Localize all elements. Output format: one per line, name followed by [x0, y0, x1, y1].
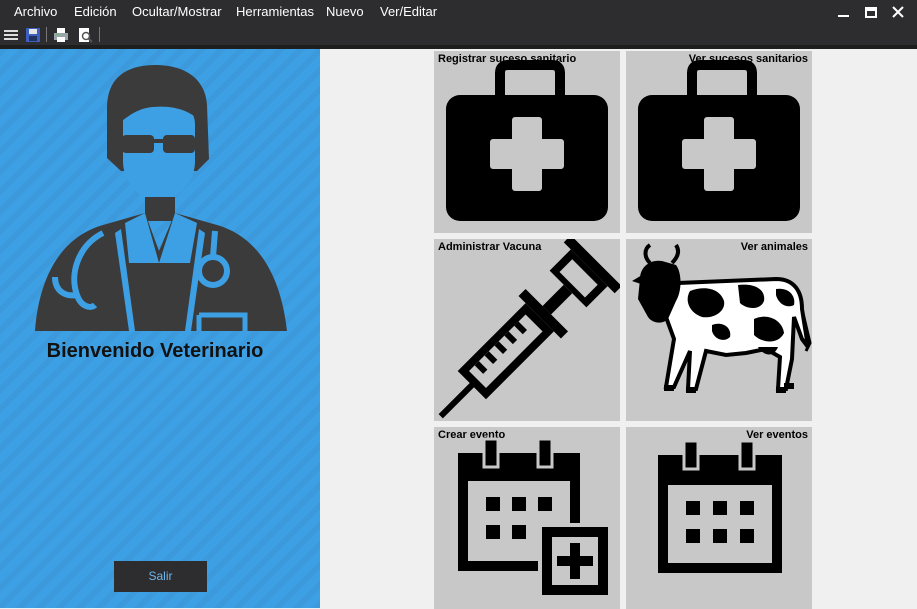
toolbar-separator [46, 27, 47, 42]
syringe-icon [438, 239, 620, 419]
cow-icon [632, 243, 812, 393]
tile-ver-sucesos[interactable]: Ver sucesos sanitarios [626, 51, 812, 233]
toolbar-separator [99, 27, 100, 42]
doctor-avatar-icon [25, 63, 295, 343]
welcome-heading: Bienvenido Veterinario [46, 340, 264, 362]
calendar-add-icon [458, 437, 610, 597]
hamburger-menu-icon[interactable] [2, 26, 20, 44]
print-preview-icon[interactable] [76, 26, 94, 44]
close-icon[interactable] [887, 2, 909, 22]
menu-bar: Archivo Edición Ocultar/Mostrar Herramie… [0, 0, 917, 24]
tile-crear-evento[interactable]: Crear evento [434, 427, 620, 609]
menu-archivo[interactable]: Archivo [14, 4, 57, 19]
exit-button[interactable]: Salir [114, 561, 207, 592]
menu-edicion[interactable]: Edición [74, 4, 117, 19]
menu-ver-editar[interactable]: Ver/Editar [380, 4, 437, 19]
sidebar-panel: Bienvenido Veterinario [0, 49, 320, 608]
menu-ocultar-mostrar[interactable]: Ocultar/Mostrar [132, 4, 222, 19]
tile-administrar-vacuna[interactable]: Administrar Vacuna [434, 239, 620, 421]
medical-kit-icon [446, 60, 608, 221]
menu-nuevo[interactable]: Nuevo [326, 4, 364, 19]
medical-kit-icon [638, 60, 800, 221]
maximize-icon[interactable] [860, 2, 882, 22]
tile-ver-eventos[interactable]: Ver eventos [626, 427, 812, 609]
toolbar [0, 24, 917, 45]
minimize-icon[interactable] [833, 2, 855, 22]
menu-herramientas[interactable]: Herramientas [236, 4, 314, 19]
tile-ver-animales[interactable]: Ver animales [626, 239, 812, 421]
calendar-icon [658, 439, 782, 573]
print-icon[interactable] [52, 26, 70, 44]
save-icon[interactable] [24, 26, 42, 44]
tile-registrar-suceso[interactable]: Registrar suceso sanitario [434, 51, 620, 233]
